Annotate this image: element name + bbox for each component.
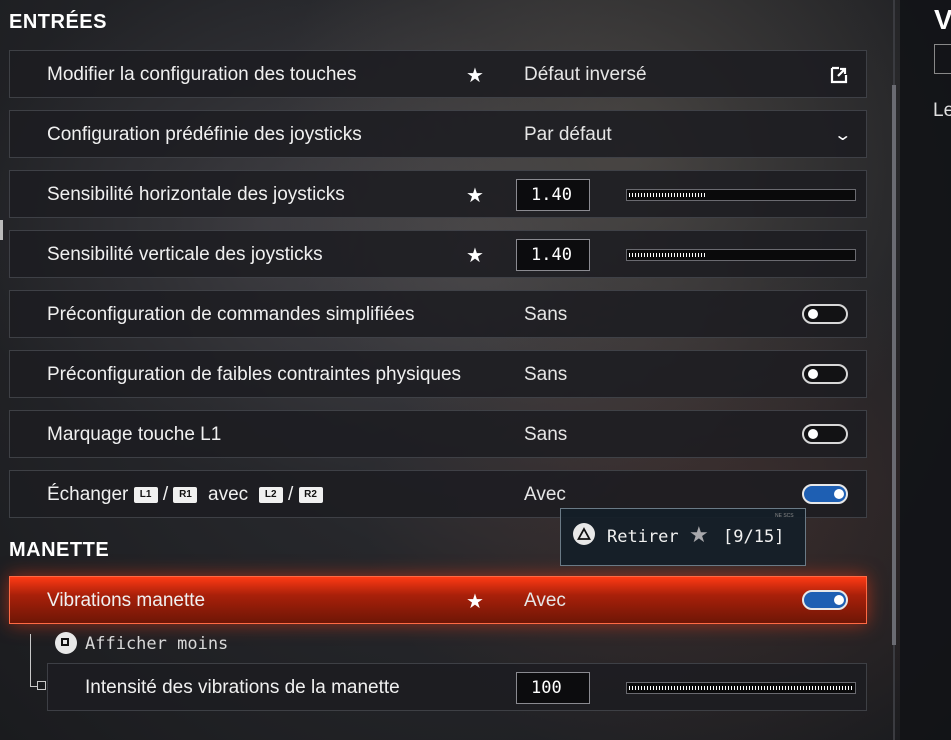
- row-value: Sans: [524, 364, 568, 385]
- scrollbar-thumb[interactable]: [892, 85, 896, 645]
- r2-button-icon: R2: [298, 486, 323, 503]
- right-panel: V Le: [900, 0, 951, 740]
- toggle-switch[interactable]: [802, 364, 848, 384]
- swap-middle: avec: [208, 484, 249, 505]
- sensitivity-value-box[interactable]: 1.40: [516, 239, 590, 271]
- row-label: Marquage touche L1: [47, 424, 222, 445]
- row-value: Défaut inversé: [524, 64, 647, 85]
- right-panel-letter: V: [934, 4, 951, 35]
- tree-connector: [30, 634, 43, 687]
- toggle-switch[interactable]: [802, 424, 848, 444]
- toggle-knob: [808, 429, 818, 439]
- tree-node: [37, 681, 46, 690]
- tooltip-action[interactable]: Retirer: [607, 527, 679, 547]
- favorite-tooltip: Retirer ★ [9/15] NE SCS: [560, 508, 806, 566]
- row-key-config[interactable]: Modifier la configuration des touches ★ …: [9, 50, 867, 98]
- triangle-button-icon[interactable]: [573, 523, 595, 545]
- favorite-star-icon: ★: [466, 591, 484, 613]
- toggle-knob: [808, 369, 818, 379]
- row-vertical-sensitivity[interactable]: Sensibilité verticale des joysticks ★ 1.…: [9, 230, 867, 278]
- row-horizontal-sensitivity[interactable]: Sensibilité horizontale des joysticks ★ …: [9, 170, 867, 218]
- row-value: Avec: [524, 484, 566, 505]
- row-label: Sensibilité verticale des joysticks: [47, 244, 323, 265]
- sensitivity-value-box[interactable]: 1.40: [516, 179, 590, 211]
- scrollbar[interactable]: [890, 0, 900, 740]
- l2-button-icon: L2: [258, 486, 283, 503]
- row-label: Vibrations manette: [47, 590, 206, 611]
- slider-fill: [629, 253, 707, 257]
- sensitivity-slider[interactable]: [626, 189, 856, 201]
- star-icon: ★: [689, 522, 709, 547]
- row-value: Par défaut: [524, 124, 612, 145]
- sensitivity-slider[interactable]: [626, 249, 856, 261]
- row-label: Préconfiguration de commandes simplifiée…: [47, 304, 415, 325]
- row-value: Sans: [524, 424, 568, 445]
- toggle-switch[interactable]: [802, 484, 848, 504]
- section-title-controller: MANETTE: [9, 539, 110, 561]
- l1-button-icon: L1: [133, 486, 158, 503]
- row-value: Avec: [524, 590, 566, 611]
- row-vibration-intensity[interactable]: Intensité des vibrations de la manette 1…: [47, 663, 867, 711]
- row-joystick-preset[interactable]: Configuration prédéfinie des joysticks P…: [9, 110, 867, 158]
- row-label: Modifier la configuration des touches: [47, 64, 357, 85]
- row-label: Configuration prédéfinie des joysticks: [47, 124, 362, 145]
- intensity-value-box[interactable]: 100: [516, 672, 590, 704]
- swap-prefix: Échanger: [47, 484, 129, 505]
- slash: /: [288, 484, 294, 505]
- square-button-icon: [55, 632, 77, 654]
- r1-button-icon: R1: [173, 486, 198, 503]
- section-title-inputs: ENTRÉES: [9, 11, 107, 33]
- slash: /: [162, 484, 169, 505]
- favorite-star-icon: ★: [466, 65, 484, 87]
- right-panel-box: [934, 44, 951, 74]
- row-label: Échanger L1 / R1 avec L2 / R2: [47, 484, 323, 506]
- show-less-label: Afficher moins: [85, 634, 229, 654]
- favorite-star-icon: ★: [466, 245, 484, 267]
- edge-marker: [0, 220, 3, 240]
- external-link-icon[interactable]: [830, 66, 848, 84]
- row-low-physical-strain[interactable]: Préconfiguration de faibles contraintes …: [9, 350, 867, 398]
- tooltip-fine-print: NE SCS: [775, 513, 794, 519]
- row-label: Sensibilité horizontale des joysticks: [47, 184, 345, 205]
- favorite-star-icon: ★: [466, 185, 484, 207]
- slider-fill: [629, 686, 853, 690]
- row-controller-vibration[interactable]: Vibrations manette ★ Avec: [9, 576, 867, 624]
- toggle-knob: [834, 489, 844, 499]
- row-label: Intensité des vibrations de la manette: [85, 677, 400, 698]
- intensity-slider[interactable]: [626, 682, 856, 694]
- toggle-switch[interactable]: [802, 304, 848, 324]
- row-simplified-controls[interactable]: Préconfiguration de commandes simplifiée…: [9, 290, 867, 338]
- row-value: Sans: [524, 304, 568, 325]
- favorite-count: [9/15]: [723, 527, 785, 547]
- toggle-knob: [808, 309, 818, 319]
- toggle-switch[interactable]: [802, 590, 848, 610]
- slider-fill: [629, 193, 707, 197]
- row-label: Préconfiguration de faibles contraintes …: [47, 364, 462, 385]
- chevron-down-icon[interactable]: ⌄: [833, 125, 852, 145]
- toggle-knob: [834, 595, 844, 605]
- row-l1-marking[interactable]: Marquage touche L1 Sans: [9, 410, 867, 458]
- right-panel-text: Le: [933, 100, 951, 121]
